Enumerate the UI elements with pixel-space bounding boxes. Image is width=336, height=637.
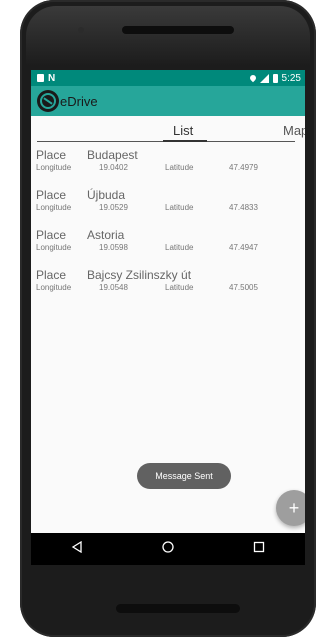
- place-name: Újbuda: [87, 188, 126, 202]
- longitude-label: Longitude: [36, 243, 72, 252]
- list-item[interactable]: Place Újbuda Longitude 19.0529 Latitude …: [31, 188, 305, 228]
- place-label: Place: [36, 188, 67, 202]
- front-camera: [78, 27, 84, 33]
- longitude-value: 19.0402: [99, 163, 128, 172]
- latitude-value: 47.4979: [229, 163, 258, 172]
- add-place-button[interactable]: +: [276, 490, 305, 526]
- latitude-label: Latitude: [165, 283, 194, 292]
- latitude-value: 47.5005: [229, 283, 258, 292]
- longitude-label: Longitude: [36, 203, 72, 212]
- sim-icon: [37, 74, 44, 82]
- list-item[interactable]: Place Bajcsy Zsilinszky út Longitude 19.…: [31, 268, 305, 308]
- place-name: Budapest: [87, 148, 138, 162]
- toast-message: Message Sent: [137, 463, 231, 489]
- logo-icon: [37, 90, 59, 112]
- device-screen: N 5:25 eDrive List Map Place Budapest Lo…: [31, 70, 305, 565]
- signal-icon: [259, 73, 269, 83]
- earpiece-speaker: [122, 26, 234, 34]
- place-label: Place: [36, 228, 67, 242]
- app-title: eDrive: [60, 93, 98, 109]
- longitude-value: 19.0529: [99, 203, 128, 212]
- list-item[interactable]: Place Budapest Longitude 19.0402 Latitud…: [31, 148, 305, 188]
- battery-icon: [272, 73, 278, 83]
- longitude-label: Longitude: [36, 163, 72, 172]
- latitude-value: 47.4833: [229, 203, 258, 212]
- tab-indicator: [163, 140, 207, 142]
- latitude-label: Latitude: [165, 243, 194, 252]
- latitude-label: Latitude: [165, 203, 194, 212]
- status-bar: N 5:25: [31, 70, 305, 86]
- list-item[interactable]: Place Astoria Longitude 19.0598 Latitude…: [31, 228, 305, 268]
- longitude-label: Longitude: [36, 283, 72, 292]
- location-icon: [248, 73, 257, 83]
- places-list: Place Budapest Longitude 19.0402 Latitud…: [31, 142, 305, 308]
- latitude-value: 47.4947: [229, 243, 258, 252]
- navigation-bar: [31, 533, 305, 565]
- notification-icon: N: [48, 72, 56, 84]
- bottom-speaker: [116, 604, 240, 613]
- app-bar: eDrive: [31, 86, 305, 116]
- place-name: Astoria: [87, 228, 125, 242]
- place-name: Bajcsy Zsilinszky út: [87, 268, 192, 282]
- home-icon[interactable]: [162, 540, 174, 558]
- phone-bezel: [26, 6, 310, 66]
- tab-map[interactable]: Map: [283, 123, 305, 138]
- recents-icon[interactable]: [253, 540, 265, 558]
- latitude-label: Latitude: [165, 163, 194, 172]
- tab-list[interactable]: List: [173, 123, 193, 138]
- place-label: Place: [36, 268, 67, 282]
- status-time: 5:25: [281, 72, 301, 84]
- longitude-value: 19.0598: [99, 243, 128, 252]
- place-label: Place: [36, 148, 67, 162]
- longitude-value: 19.0548: [99, 283, 128, 292]
- back-icon[interactable]: [71, 540, 83, 558]
- tab-bar: List Map: [31, 116, 305, 142]
